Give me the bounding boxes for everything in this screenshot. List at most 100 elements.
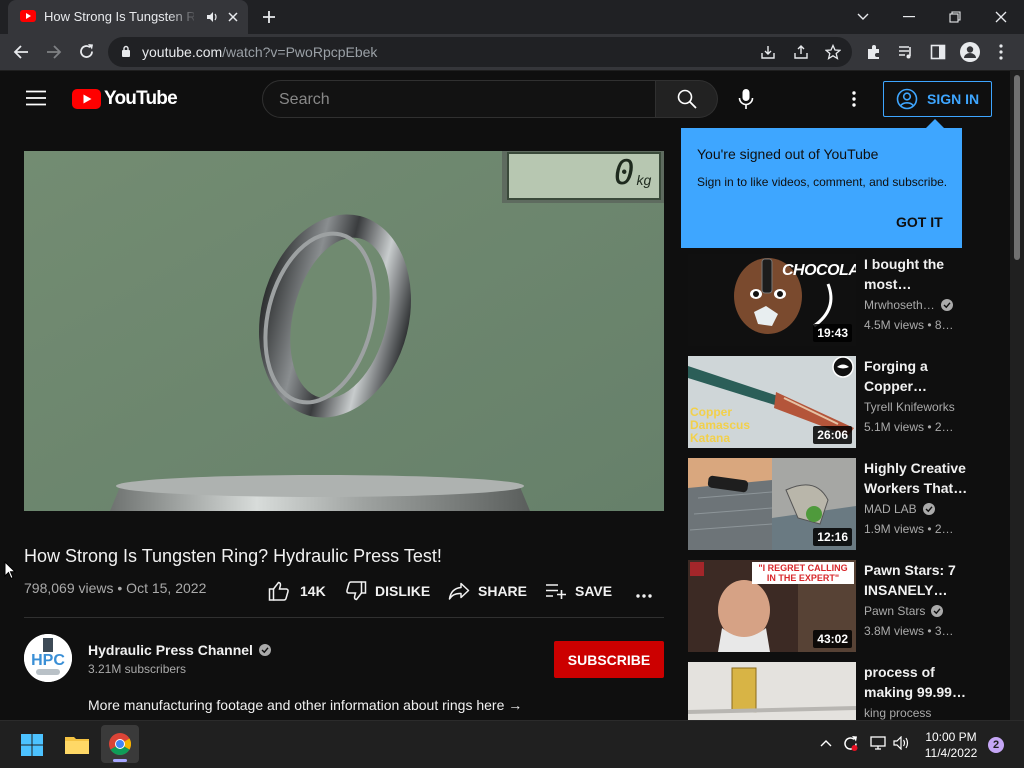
restore-icon[interactable] [932, 0, 978, 34]
like-count: 14K [300, 583, 326, 599]
recommendation-title[interactable]: I bought the most… [864, 254, 968, 294]
sign-in-button[interactable]: SIGN IN [883, 81, 992, 117]
like-button[interactable]: 14K [268, 580, 326, 602]
url-path: /watch?v=PwoRpcpEbek [222, 44, 378, 60]
search-button[interactable] [656, 80, 718, 118]
youtube-masthead: YouTube Search SIGN IN [0, 71, 1010, 127]
share-arrow-icon [448, 582, 470, 600]
video-thumbnail[interactable]: "I REGRET CALLING IN THE EXPERT" 43:02 [688, 560, 856, 652]
guide-menu-icon[interactable] [26, 90, 46, 106]
tab-search-icon[interactable] [840, 0, 886, 34]
got-it-button[interactable]: GOT IT [896, 214, 943, 230]
recommendation-item[interactable]: "I REGRET CALLING IN THE EXPERT" 43:02 P… [688, 560, 988, 652]
channel-name[interactable]: Hydraulic Press Channel [88, 642, 271, 658]
lock-icon[interactable] [121, 45, 131, 58]
recommendation-title[interactable]: Pawn Stars: 7 INSANELY… [864, 560, 968, 600]
channel-avatar[interactable]: HPC [24, 634, 72, 682]
popup-title: You're signed out of YouTube [697, 146, 879, 162]
new-tab-icon[interactable] [262, 10, 276, 24]
video-duration: 43:02 [813, 630, 852, 648]
recommendation-meta: 1.9M views • 2… [864, 522, 954, 536]
video-thumbnail[interactable]: CHOCOLATE 19:43 [688, 254, 856, 346]
notification-badge[interactable]: 2 [988, 737, 1004, 753]
close-window-icon[interactable] [978, 0, 1024, 34]
media-control-icon[interactable] [898, 44, 914, 60]
clock-date: 11/4/2022 [924, 746, 978, 760]
channel-label: Tyrell Knifeworks [864, 400, 955, 414]
reload-icon[interactable] [78, 43, 95, 60]
thumbnail-caption: "I REGRET CALLING IN THE EXPERT" [752, 562, 854, 584]
video-thumbnail[interactable]: 12:16 [688, 458, 856, 550]
browser-tab[interactable]: How Strong Is Tungsten Ring [8, 0, 248, 34]
active-app-indicator [113, 759, 127, 762]
scrollbar-thumb[interactable] [1014, 75, 1020, 260]
popup-body: Sign in to like videos, comment, and sub… [697, 175, 948, 189]
recommendation-channel[interactable]: MAD LAB [864, 502, 935, 516]
forward-icon[interactable] [46, 44, 62, 60]
recommendation-channel[interactable]: Pawn Stars [864, 604, 944, 618]
video-thumbnail[interactable] [688, 662, 856, 720]
thumbs-up-icon [268, 581, 289, 601]
recommendation-item[interactable]: 12:16 Highly Creative Workers That… MAD … [688, 458, 988, 550]
save-button[interactable]: SAVE [545, 580, 612, 602]
recommendation-title[interactable]: process of making 99.99… [864, 662, 968, 702]
search-input[interactable]: Search [262, 80, 656, 118]
extensions-puzzle-icon[interactable] [866, 44, 882, 60]
recommendation-item[interactable]: Copper Damascus Katana 26:06 Forging a C… [688, 356, 988, 448]
file-explorer-icon[interactable] [65, 734, 89, 754]
taskbar-clock[interactable]: 10:00 PM 11/4/2022 [918, 729, 984, 761]
settings-more-icon[interactable] [852, 91, 856, 107]
thumbnail-caption: Copper Damascus Katana [690, 405, 751, 445]
share-button[interactable]: SHARE [448, 580, 527, 602]
minimize-icon[interactable] [886, 0, 932, 34]
tab-close-icon[interactable] [227, 11, 239, 23]
video-description[interactable]: More manufacturing footage and other inf… [88, 697, 522, 713]
video-duration: 12:16 [813, 528, 852, 546]
tab-audio-icon[interactable] [206, 11, 218, 23]
voice-search-button[interactable] [738, 88, 754, 110]
recommendation-title[interactable]: Forging a Copper… [864, 356, 968, 396]
side-panel-icon[interactable] [930, 44, 946, 60]
signed-out-popup: You're signed out of YouTube Sign in to … [681, 119, 962, 248]
chrome-taskbar-button[interactable] [101, 725, 139, 763]
share-page-icon[interactable] [793, 44, 809, 60]
thumbnail-caption: CHOCOLATE [782, 262, 856, 279]
chrome-icon [109, 733, 131, 755]
recommendation-item[interactable]: process of making 99.99… king process [688, 662, 988, 720]
recommendation-item[interactable]: CHOCOLATE 19:43 I bought the most… Mrwho… [688, 254, 988, 346]
more-actions-button[interactable] [636, 585, 652, 607]
recommendation-channel[interactable]: Tyrell Knifeworks [864, 400, 955, 414]
verified-check-icon [931, 605, 944, 617]
profile-avatar-icon[interactable] [960, 42, 980, 62]
network-icon[interactable] [870, 736, 886, 750]
address-bar[interactable]: youtube.com/watch?v=PwoRpcpEbek [108, 37, 852, 67]
browser-toolbar: youtube.com/watch?v=PwoRpcpEbek [0, 34, 1024, 71]
volume-icon[interactable] [893, 736, 910, 750]
dislike-button[interactable]: DISLIKE [345, 580, 430, 602]
youtube-logo[interactable]: YouTube [72, 88, 178, 110]
video-player[interactable]: 0 kg [24, 151, 664, 511]
subscribe-button[interactable]: SUBSCRIBE [554, 641, 664, 678]
update-sync-icon[interactable] [842, 735, 859, 752]
browser-menu-icon[interactable] [999, 44, 1003, 60]
install-app-icon[interactable] [760, 44, 776, 60]
youtube-favicon-icon [20, 10, 36, 22]
channel-label: Pawn Stars [864, 604, 926, 618]
recommendation-channel[interactable]: king process [864, 706, 931, 720]
page-scrollbar[interactable] [1010, 71, 1024, 720]
back-icon[interactable] [13, 44, 29, 60]
verified-check-icon [922, 503, 935, 515]
scale-value: 0 [614, 153, 635, 193]
recommendation-channel[interactable]: Mrwhoseth… [864, 298, 953, 312]
recommendation-title[interactable]: Highly Creative Workers That… [864, 458, 968, 498]
share-label: SHARE [478, 583, 528, 599]
channel-label: king process [864, 706, 932, 720]
start-windows-icon[interactable] [21, 734, 43, 756]
video-thumbnail[interactable]: Copper Damascus Katana 26:06 [688, 356, 856, 448]
show-hidden-icons[interactable] [820, 739, 832, 747]
bookmark-star-icon[interactable] [825, 44, 841, 60]
recommendation-meta: 5.1M views • 2… [864, 420, 954, 434]
channel-name-text: Hydraulic Press Channel [88, 642, 253, 658]
sign-in-label: SIGN IN [927, 91, 980, 107]
search-placeholder: Search [279, 91, 330, 108]
